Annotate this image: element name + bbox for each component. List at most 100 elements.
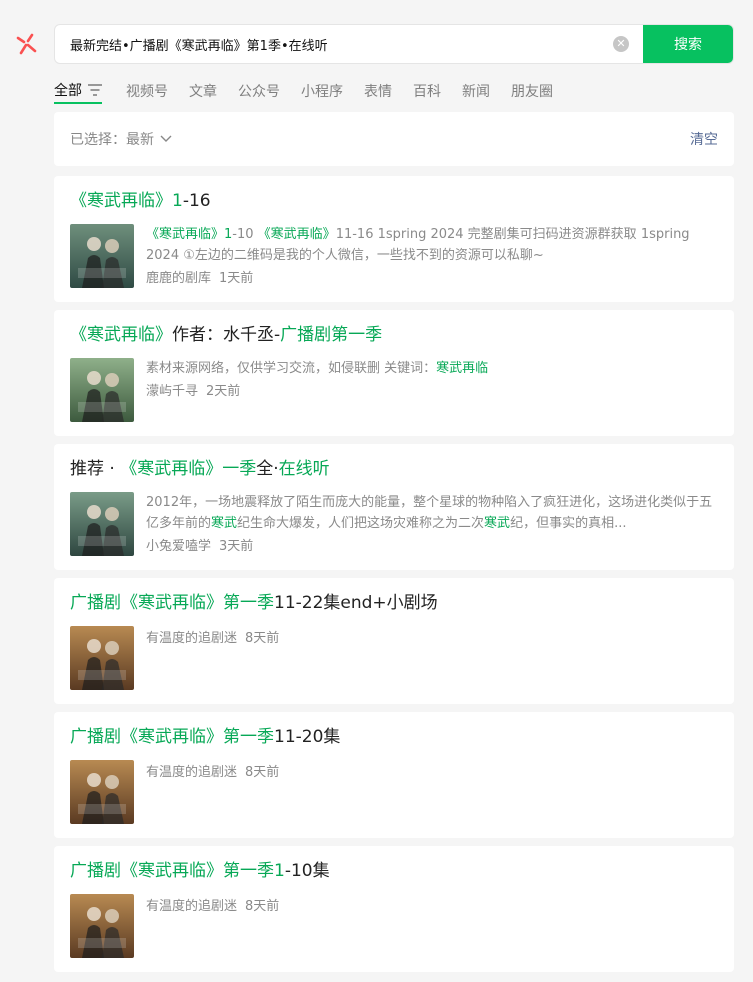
selected-filter[interactable]: 已选择： 最新 xyxy=(70,129,172,149)
result-meta: 鹿鹿的剧库 1天前 xyxy=(146,269,718,289)
tab-label: 全部 xyxy=(54,83,82,99)
result-card[interactable]: 广播剧《寒武再临》第一季11-20集有温度的追剧迷 8天前 xyxy=(54,712,734,838)
result-info: 素材来源网络，仅供学习交流，如侵联删 关键词：寒武再临濛屿千寻 2天前 xyxy=(146,358,718,422)
result-thumbnail[interactable] xyxy=(70,492,134,556)
result-description-text: 《寒武再临》 xyxy=(257,227,336,242)
result-title-text: 在线听 xyxy=(278,459,330,479)
chevron-down-icon xyxy=(160,135,172,142)
result-title-text: 11-22集end+小剧场 xyxy=(274,593,438,613)
tab-mini-programs[interactable]: 小程序 xyxy=(301,78,343,104)
result-time: 1天前 xyxy=(219,271,254,286)
result-body: 有温度的追剧迷 8天前 xyxy=(70,626,718,690)
result-meta: 有温度的追剧迷 8天前 xyxy=(146,897,718,917)
result-source[interactable]: 小兔爱嗑学 xyxy=(146,539,211,554)
result-time: 8天前 xyxy=(245,899,280,914)
result-body: 有温度的追剧迷 8天前 xyxy=(70,760,718,824)
tab-official-accounts[interactable]: 公众号 xyxy=(238,78,280,104)
tab-all[interactable]: 全部 xyxy=(54,78,102,104)
result-source[interactable]: 有温度的追剧迷 xyxy=(146,899,237,914)
result-description-text: 寒武 xyxy=(484,516,511,531)
result-title[interactable]: 《寒武再临》作者：水千丞-广播剧第一季 xyxy=(70,324,718,346)
result-description-text: 《寒武再临》 xyxy=(146,227,225,242)
result-title-text: 广播剧第一季 xyxy=(280,325,383,345)
result-title-text: -10集 xyxy=(284,861,330,881)
result-thumbnail[interactable] xyxy=(70,626,134,690)
result-description: 素材来源网络，仅供学习交流，如侵联删 关键词：寒武再临 xyxy=(146,358,718,379)
result-meta: 有温度的追剧迷 8天前 xyxy=(146,763,718,783)
tab-moments[interactable]: 朋友圈 xyxy=(511,78,553,104)
result-time: 8天前 xyxy=(245,765,280,780)
result-title[interactable]: 推荐 · 《寒武再临》一季全·在线听 xyxy=(70,458,718,480)
result-meta: 有温度的追剧迷 8天前 xyxy=(146,629,718,649)
result-card[interactable]: 广播剧《寒武再临》第一季11-22集end+小剧场有温度的追剧迷 8天前 xyxy=(54,578,734,704)
result-title-text: -16 xyxy=(182,191,211,211)
result-description-text: 寒武再临 xyxy=(436,361,489,376)
tab-stickers[interactable]: 表情 xyxy=(364,78,392,104)
result-description-text: 寒武 xyxy=(211,516,238,531)
result-info: 有温度的追剧迷 8天前 xyxy=(146,760,718,824)
result-description: 《寒武再临》1-10 《寒武再临》11-16 1spring 2024 完整剧集… xyxy=(146,224,718,266)
result-info: 有温度的追剧迷 8天前 xyxy=(146,894,718,958)
result-title-text: 《寒武再临》 xyxy=(70,191,172,211)
selected-filter-label: 已选择： xyxy=(70,132,126,148)
result-title-text: 广播剧《寒武再临》第一季 xyxy=(70,861,274,881)
tab-news[interactable]: 新闻 xyxy=(462,78,490,104)
search-input[interactable] xyxy=(55,25,613,63)
tab-channels[interactable]: 视频号 xyxy=(126,78,168,104)
result-description-text: 素材来源网络，仅供学习交流，如侵联删 关键词： xyxy=(146,361,437,376)
result-title-text: 广播剧《寒武再临》第一季 xyxy=(70,593,274,613)
result-body: 有温度的追剧迷 8天前 xyxy=(70,894,718,958)
result-meta: 濛屿千寻 2天前 xyxy=(146,382,718,402)
result-card[interactable]: 推荐 · 《寒武再临》一季全·在线听 2012年，一场地震释放了陌生而庞大的能量，… xyxy=(54,444,734,570)
search-logo-icon xyxy=(16,33,37,55)
result-thumbnail[interactable] xyxy=(70,224,134,288)
result-thumbnail[interactable] xyxy=(70,760,134,824)
result-title-text: 广播剧《寒武再临》第一季 xyxy=(70,727,274,747)
result-title-text: 推荐 · xyxy=(70,459,121,479)
result-title[interactable]: 广播剧《寒武再临》第一季11-20集 xyxy=(70,726,718,748)
result-title-text: 《寒武再临》一季 xyxy=(120,459,257,479)
result-title[interactable]: 广播剧《寒武再临》第一季11-22集end+小剧场 xyxy=(70,592,718,614)
selected-filter-value: 最新 xyxy=(126,132,154,148)
result-source[interactable]: 濛屿千寻 xyxy=(146,384,198,399)
result-info: 2012年，一场地震释放了陌生而庞大的能量，整个星球的物种陷入了疯狂进化，这场进… xyxy=(146,492,718,557)
result-body: 素材来源网络，仅供学习交流，如侵联删 关键词：寒武再临濛屿千寻 2天前 xyxy=(70,358,718,422)
result-title-text: 11-20集 xyxy=(274,727,341,747)
result-description-text: 纪生命大爆发，人们把这场灾难称之为二次 xyxy=(237,516,485,531)
result-title-text: 1 xyxy=(274,861,285,881)
result-card[interactable]: 广播剧《寒武再临》第一季1-10集有温度的追剧迷 8天前 xyxy=(54,846,734,972)
result-title-text: 1 xyxy=(172,191,183,211)
result-description: 2012年，一场地震释放了陌生而庞大的能量，整个星球的物种陷入了疯狂进化，这场进… xyxy=(146,492,718,534)
result-source[interactable]: 有温度的追剧迷 xyxy=(146,765,237,780)
result-source[interactable]: 鹿鹿的剧库 xyxy=(146,271,211,286)
result-title-text: 全· xyxy=(256,459,279,479)
result-info: 有温度的追剧迷 8天前 xyxy=(146,626,718,690)
result-time: 3天前 xyxy=(219,539,254,554)
category-tabs: 全部 视频号 文章 公众号 小程序 表情 百科 新闻 朋友圈 xyxy=(54,78,574,104)
result-title[interactable]: 广播剧《寒武再临》第一季1-10集 xyxy=(70,860,718,882)
result-source[interactable]: 有温度的追剧迷 xyxy=(146,631,237,646)
result-description-text: -10 xyxy=(232,227,258,242)
tab-encyclopedia[interactable]: 百科 xyxy=(413,78,441,104)
result-thumbnail[interactable] xyxy=(70,358,134,422)
result-meta: 小兔爱嗑学 3天前 xyxy=(146,537,718,557)
clear-filter-button[interactable]: 清空 xyxy=(690,129,718,149)
filter-icon[interactable] xyxy=(88,84,102,96)
tab-articles[interactable]: 文章 xyxy=(189,78,217,104)
result-title[interactable]: 《寒武再临》1-16 xyxy=(70,190,718,212)
result-card[interactable]: 《寒武再临》作者：水千丞-广播剧第一季素材来源网络，仅供学习交流，如侵联删 关键… xyxy=(54,310,734,436)
search-bar: ✕ 搜索 xyxy=(54,24,734,64)
result-time: 8天前 xyxy=(245,631,280,646)
result-thumbnail[interactable] xyxy=(70,894,134,958)
result-description-text: 纪，但事实的真相... xyxy=(510,516,627,531)
result-card[interactable]: 《寒武再临》1-16 《寒武再临》1-10 《寒武再临》11-16 1spring… xyxy=(54,176,734,302)
filter-bar: 已选择： 最新 清空 xyxy=(54,112,734,166)
result-time: 2天前 xyxy=(206,384,241,399)
result-title-text: 《寒武再临》 xyxy=(70,325,172,345)
result-body: 2012年，一场地震释放了陌生而庞大的能量，整个星球的物种陷入了疯狂进化，这场进… xyxy=(70,492,718,557)
result-body: 《寒武再临》1-10 《寒武再临》11-16 1spring 2024 完整剧集… xyxy=(70,224,718,289)
close-circle-icon[interactable]: ✕ xyxy=(613,36,629,52)
result-title-text: 作者：水千丞- xyxy=(172,325,281,345)
result-info: 《寒武再临》1-10 《寒武再临》11-16 1spring 2024 完整剧集… xyxy=(146,224,718,289)
search-button[interactable]: 搜索 xyxy=(643,25,733,63)
